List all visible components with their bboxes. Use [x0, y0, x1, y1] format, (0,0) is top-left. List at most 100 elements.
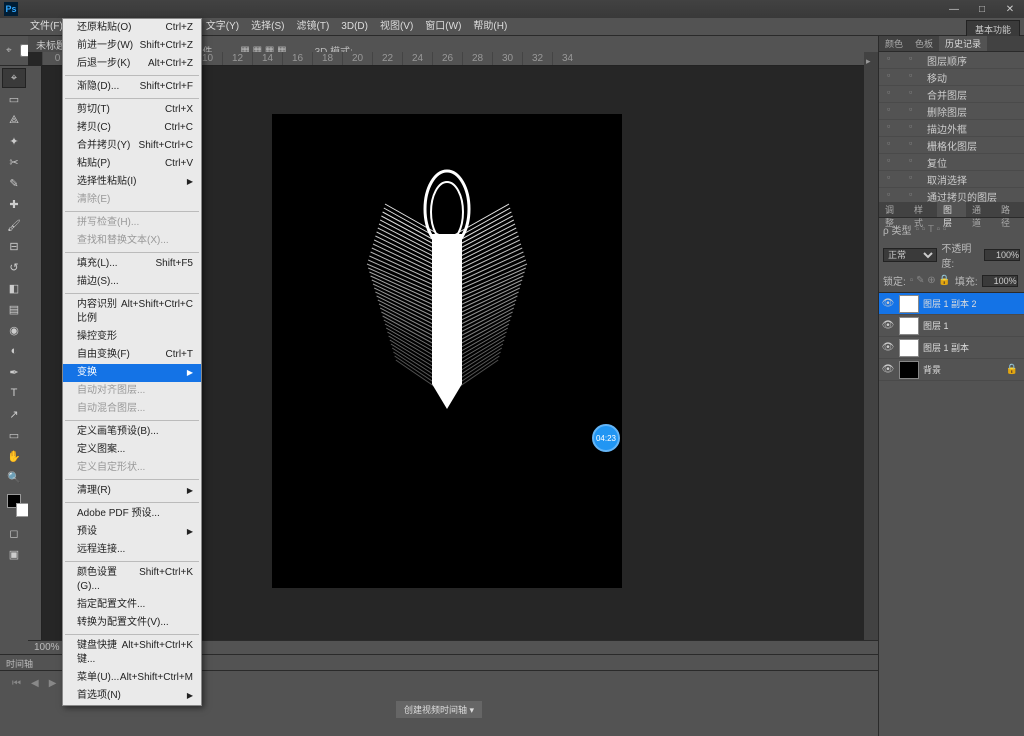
visibility-icon[interactable]: 👁 [881, 320, 895, 331]
history-row[interactable]: ▫▫图层顺序 [879, 52, 1024, 69]
maximize-button[interactable]: □ [972, 3, 992, 15]
history-tab[interactable]: 颜色 [879, 36, 909, 51]
history-row[interactable]: ▫▫通过拷贝的图层 [879, 188, 1024, 202]
brush-tool[interactable]: 🖌 [2, 215, 26, 235]
menu-item[interactable]: Adobe PDF 预设... [63, 505, 201, 523]
layer-tab[interactable]: 图层 [937, 202, 966, 217]
layer-tab[interactable]: 调整 [879, 202, 908, 217]
menu-item[interactable]: 前进一步(W)Shift+Ctrl+Z [63, 37, 201, 55]
fill-input[interactable] [982, 275, 1018, 287]
screenmode-toggle[interactable]: ▣ [2, 544, 26, 564]
layer-thumbnail [899, 317, 919, 335]
menu-item[interactable]: 后退一步(K)Alt+Ctrl+Z [63, 55, 201, 73]
menu-7[interactable]: 3D(D) [335, 18, 374, 36]
crop-tool[interactable]: ✂ [2, 152, 26, 172]
menu-item: 拼写检查(H)... [63, 214, 201, 232]
blend-mode-select[interactable]: 正常 [883, 248, 937, 262]
menu-item[interactable]: 预设▶ [63, 523, 201, 541]
gradient-tool[interactable]: ▤ [2, 299, 26, 319]
menu-item[interactable]: 粘贴(P)Ctrl+V [63, 155, 201, 173]
menu-item[interactable]: 定义画笔预设(B)... [63, 423, 201, 441]
menu-item[interactable]: 合并拷贝(Y)Shift+Ctrl+C [63, 137, 201, 155]
menu-item[interactable]: 填充(L)...Shift+F5 [63, 255, 201, 273]
menu-item[interactable]: 菜单(U)...Alt+Shift+Ctrl+M [63, 669, 201, 687]
visibility-icon[interactable]: 👁 [881, 364, 895, 375]
shape-tool[interactable]: ▭ [2, 425, 26, 445]
blur-tool[interactable]: ◉ [2, 320, 26, 340]
marquee-tool[interactable]: ▭ [2, 89, 26, 109]
menu-item[interactable]: 剪切(T)Ctrl+X [63, 101, 201, 119]
stamp-tool[interactable]: ⊟ [2, 236, 26, 256]
panel-icon[interactable]: ▸ [866, 56, 876, 66]
menu-item[interactable]: 变换▶ [63, 364, 201, 382]
menu-item[interactable]: 颜色设置(G)...Shift+Ctrl+K [63, 564, 201, 596]
canvas[interactable] [272, 114, 622, 588]
history-row[interactable]: ▫▫移动 [879, 69, 1024, 86]
menu-item[interactable]: 定义图案... [63, 441, 201, 459]
menu-item[interactable]: 远程连接... [63, 541, 201, 559]
layer-tab[interactable]: 样式 [908, 202, 937, 217]
create-timeline-button[interactable]: 创建视频时间轴 ▾ [396, 701, 482, 718]
zoom-level[interactable]: 100% [34, 642, 60, 653]
history-row[interactable]: ▫▫合并图层 [879, 86, 1024, 103]
pen-tool[interactable]: ✒ [2, 362, 26, 382]
layer-row[interactable]: 👁背景🔒 [879, 359, 1024, 381]
history-tab[interactable]: 色板 [909, 36, 939, 51]
minimize-button[interactable]: — [944, 3, 964, 15]
path-tool[interactable]: ↗ [2, 404, 26, 424]
menu-item[interactable]: 描边(S)... [63, 273, 201, 291]
heal-tool[interactable]: ✚ [2, 194, 26, 214]
history-row[interactable]: ▫▫复位 [879, 154, 1024, 171]
menu-5[interactable]: 选择(S) [245, 18, 290, 36]
menu-9[interactable]: 窗口(W) [419, 18, 467, 36]
app-logo: Ps [4, 2, 18, 16]
lock-icons[interactable]: ▫ ✎ ⊕ 🔒 [910, 275, 951, 286]
layer-row[interactable]: 👁图层 1 [879, 315, 1024, 337]
lasso-tool[interactable]: ⟁ [2, 110, 26, 130]
history-brush-tool[interactable]: ↺ [2, 257, 26, 277]
menu-item[interactable]: 拷贝(C)Ctrl+C [63, 119, 201, 137]
layer-row[interactable]: 👁图层 1 副本 2 [879, 293, 1024, 315]
menu-item[interactable]: 操控变形 [63, 328, 201, 346]
menu-6[interactable]: 滤镜(T) [291, 18, 336, 36]
menu-8[interactable]: 视图(V) [374, 18, 419, 36]
menu-item[interactable]: 内容识别比例Alt+Shift+Ctrl+C [63, 296, 201, 328]
menu-10[interactable]: 帮助(H) [467, 18, 513, 36]
visibility-icon[interactable]: 👁 [881, 342, 895, 353]
history-row[interactable]: ▫▫删除图层 [879, 103, 1024, 120]
zoom-tool[interactable]: 🔍 [2, 467, 26, 487]
first-frame-icon[interactable]: ⏮ [12, 678, 21, 689]
menu-item[interactable]: 转换为配置文件(V)... [63, 614, 201, 632]
visibility-icon[interactable]: 👁 [881, 298, 895, 309]
hand-tool[interactable]: ✋ [2, 446, 26, 466]
type-tool[interactable]: T [2, 383, 26, 403]
menu-item[interactable]: 清理(R)▶ [63, 482, 201, 500]
eraser-tool[interactable]: ◧ [2, 278, 26, 298]
history-tab[interactable]: 历史记录 [939, 36, 987, 51]
history-row[interactable]: ▫▫取消选择 [879, 171, 1024, 188]
dodge-tool[interactable]: ◐ [2, 341, 26, 361]
layer-row[interactable]: 👁图层 1 副本 [879, 337, 1024, 359]
play-icon[interactable]: ▶ [49, 678, 57, 689]
close-button[interactable]: ✕ [1000, 3, 1020, 15]
move-tool[interactable]: ⌖ [2, 68, 26, 88]
quickmask-toggle[interactable]: ◻ [2, 523, 26, 543]
color-swatches[interactable] [7, 494, 21, 508]
menu-item[interactable]: 指定配置文件... [63, 596, 201, 614]
layer-tab[interactable]: 通道 [966, 202, 995, 217]
prev-frame-icon[interactable]: ◀ [31, 678, 39, 689]
eyedropper-tool[interactable]: ✎ [2, 173, 26, 193]
layer-tab[interactable]: 路径 [995, 202, 1024, 217]
menu-item[interactable]: 选择性粘贴(I)▶ [63, 173, 201, 191]
menu-item[interactable]: 还原粘贴(O)Ctrl+Z [63, 19, 201, 37]
history-row[interactable]: ▫▫栅格化图层 [879, 137, 1024, 154]
menu-item[interactable]: 自由变换(F)Ctrl+T [63, 346, 201, 364]
menu-4[interactable]: 文字(Y) [200, 18, 245, 36]
menu-item[interactable]: 首选项(N)▶ [63, 687, 201, 705]
menu-item[interactable]: 键盘快捷键...Alt+Shift+Ctrl+K [63, 637, 201, 669]
history-row[interactable]: ▫▫描边外框 [879, 120, 1024, 137]
opacity-input[interactable] [984, 249, 1020, 261]
filter-icons[interactable]: ▫ ▫ T ▫ ▫ [915, 224, 946, 235]
wand-tool[interactable]: ✦ [2, 131, 26, 151]
menu-item[interactable]: 渐隐(D)...Shift+Ctrl+F [63, 78, 201, 96]
